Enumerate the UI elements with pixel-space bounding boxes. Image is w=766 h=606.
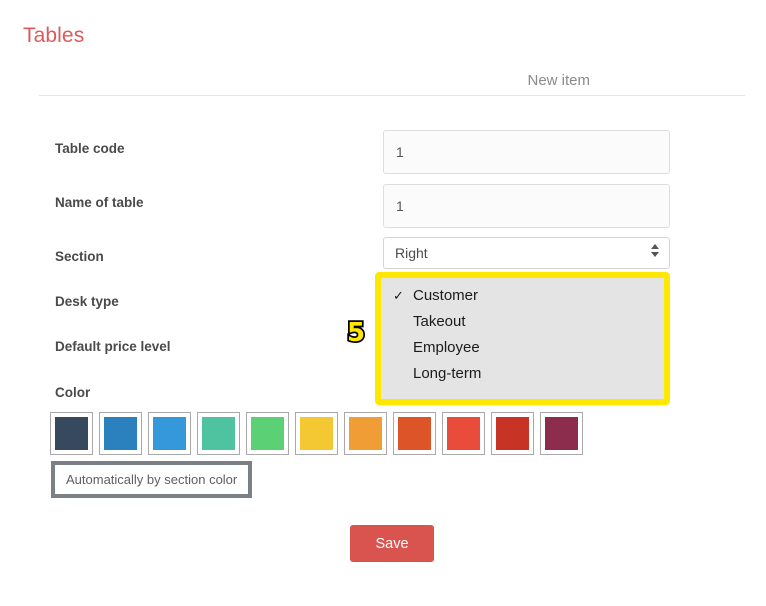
label-color: Color [55, 385, 91, 400]
field-name-of-table [383, 184, 670, 228]
color-swatch-fill [398, 417, 431, 450]
annotation-step-badge: 5 [345, 318, 367, 348]
label-table-code: Table code [55, 141, 125, 156]
dropdown-option-label: Employee [413, 339, 480, 356]
color-swatch-dark-red[interactable] [491, 412, 534, 455]
color-swatch-green[interactable] [246, 412, 289, 455]
form-header-title: New item [527, 72, 590, 89]
table-code-input[interactable] [383, 130, 670, 174]
dropdown-option-long-term[interactable]: Long-term [379, 361, 666, 387]
page-title: Tables [23, 24, 85, 47]
dropdown-option-label: Long-term [413, 365, 482, 382]
auto-color-annotation-outline: Automatically by section color [51, 461, 253, 498]
label-section: Section [55, 249, 104, 264]
color-swatch-fill [251, 417, 284, 450]
color-swatch-fill [349, 417, 382, 450]
color-swatch-fill [202, 417, 235, 450]
color-swatch-red[interactable] [442, 412, 485, 455]
color-swatch-fill [447, 417, 480, 450]
form-row-name-of-table: Name of table [0, 184, 766, 232]
dropdown-option-label: Customer [413, 287, 479, 304]
color-swatch-fill [545, 417, 578, 450]
dropdown-option-takeout[interactable]: Takeout [379, 309, 666, 335]
color-swatch-light-blue[interactable] [148, 412, 191, 455]
field-table-code [383, 130, 670, 174]
color-swatch-fill [496, 417, 529, 450]
color-swatch-dark-orange[interactable] [393, 412, 436, 455]
stepper-arrows-icon [650, 244, 659, 262]
dropdown-option-label: Takeout [413, 313, 466, 330]
color-swatch-fill [300, 417, 333, 450]
checkmark-icon: ✓ [393, 288, 404, 303]
field-section: Right [383, 237, 670, 269]
desk-type-dropdown-popup[interactable]: ✓ Customer Takeout Employee Long-term [378, 275, 667, 402]
label-default-price-level: Default price level [55, 339, 171, 354]
color-swatch-fill [55, 417, 88, 450]
label-desk-type: Desk type [55, 294, 119, 309]
section-select[interactable]: Right [383, 237, 670, 269]
form-row-table-code: Table code [0, 130, 766, 178]
dropdown-option-employee[interactable]: Employee [379, 335, 666, 361]
color-swatch-row [50, 412, 583, 455]
section-select-value: Right [395, 245, 428, 261]
color-swatch-dark-navy[interactable] [50, 412, 93, 455]
color-swatch-blue[interactable] [99, 412, 142, 455]
dropdown-option-customer[interactable]: ✓ Customer [379, 283, 666, 309]
label-name-of-table: Name of table [55, 195, 144, 210]
color-swatch-teal-green[interactable] [197, 412, 240, 455]
page-root: Tables New item Table code Name of table… [0, 0, 766, 606]
automatically-by-section-color-button[interactable]: Automatically by section color [55, 465, 249, 494]
color-swatch-yellow[interactable] [295, 412, 338, 455]
color-swatch-fill [153, 417, 186, 450]
color-swatch-fill [104, 417, 137, 450]
name-of-table-input[interactable] [383, 184, 670, 228]
form-header: New item [39, 70, 745, 96]
save-button[interactable]: Save [350, 525, 434, 562]
color-swatch-maroon[interactable] [540, 412, 583, 455]
color-swatch-orange[interactable] [344, 412, 387, 455]
